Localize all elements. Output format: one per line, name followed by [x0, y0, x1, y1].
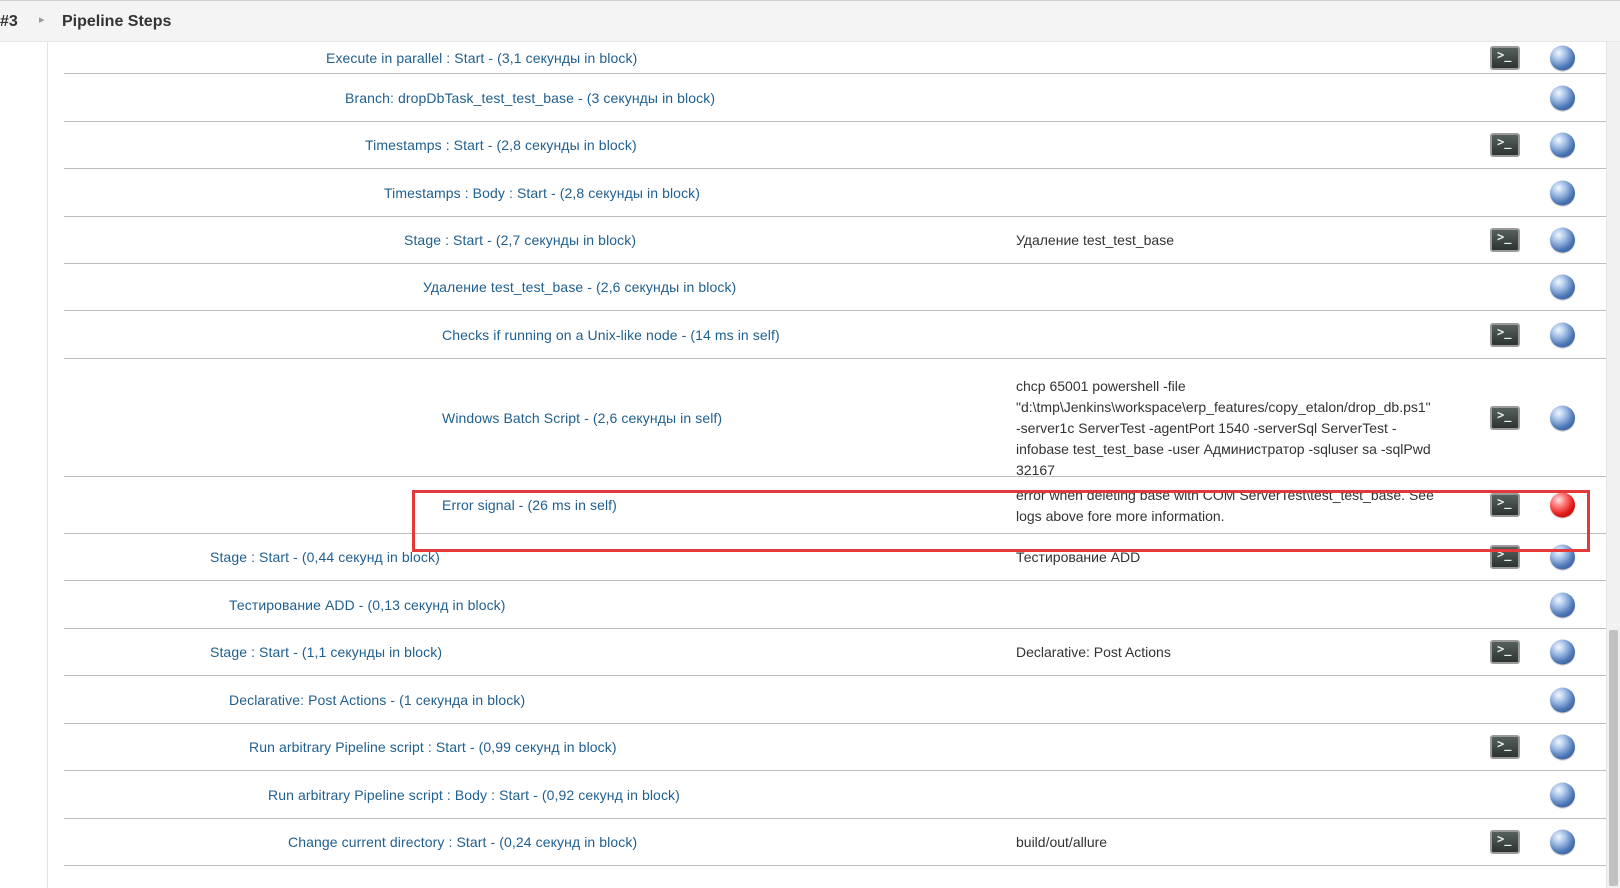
success-status-icon[interactable] [1550, 180, 1575, 205]
console-output-icon[interactable]: >_ [1490, 45, 1520, 70]
step-row: Checks if running on a Unix-like node - … [64, 311, 1606, 359]
console-output-icon[interactable]: >_ [1490, 493, 1520, 517]
step-row: Windows Batch Script - (2,6 секунды in s… [64, 359, 1606, 478]
success-status-icon[interactable] [1550, 132, 1575, 158]
success-status-icon[interactable] [1550, 592, 1575, 617]
step-row: Run arbitrary Pipeline script : Start - … [64, 724, 1606, 771]
step-link[interactable]: Declarative: Post Actions - (1 секунда i… [229, 692, 525, 708]
console-output-icon[interactable]: >_ [1490, 228, 1520, 252]
console-output-icon[interactable]: >_ [1490, 405, 1520, 430]
step-link[interactable]: Windows Batch Script - (2,6 секунды in s… [442, 410, 722, 426]
breadcrumb-chevron-icon[interactable]: ▸ [39, 13, 45, 26]
failed-status-icon[interactable] [1550, 492, 1575, 518]
step-link[interactable]: Run arbitrary Pipeline script : Body : S… [268, 787, 680, 803]
success-status-icon[interactable] [1550, 85, 1575, 110]
step-link[interactable]: Stage : Start - (1,1 секунды in block) [210, 644, 442, 660]
terminal-prompt-glyph: >_ [1497, 495, 1512, 509]
step-arguments: Удаление test_test_base [1016, 232, 1174, 248]
vertical-scrollbar[interactable] [1606, 42, 1620, 888]
terminal-prompt-glyph: >_ [1497, 47, 1512, 62]
step-link[interactable]: Branch: dropDbTask_test_test_base - (3 с… [345, 90, 715, 106]
step-row: Timestamps : Body : Start - (2,8 секунды… [64, 169, 1606, 217]
step-row: Run arbitrary Pipeline script : Body : S… [64, 771, 1606, 819]
success-status-icon[interactable] [1550, 227, 1575, 253]
success-status-icon[interactable] [1550, 322, 1575, 347]
success-status-icon[interactable] [1550, 687, 1575, 712]
breadcrumb-bar: #3 ▸ Pipeline Steps [0, 0, 1620, 42]
step-row: Тестирование ADD - (0,13 секунд in block… [64, 581, 1606, 629]
step-arguments: Declarative: Post Actions [1016, 644, 1171, 660]
success-status-icon[interactable] [1550, 544, 1575, 570]
terminal-prompt-glyph: >_ [1497, 832, 1512, 846]
terminal-prompt-glyph: >_ [1497, 407, 1512, 422]
step-link[interactable]: Checks if running on a Unix-like node - … [442, 327, 780, 343]
step-link[interactable]: Timestamps : Start - (2,8 секунды in blo… [365, 137, 637, 153]
step-arguments: Тестирование ADD [1016, 549, 1141, 565]
success-status-icon[interactable] [1550, 734, 1575, 760]
step-row: Branch: dropDbTask_test_test_base - (3 с… [64, 74, 1606, 122]
success-status-icon[interactable] [1550, 639, 1575, 665]
step-link[interactable]: Stage : Start - (0,44 секунд in block) [210, 549, 440, 565]
step-row: Declarative: Post Actions - (1 секунда i… [64, 676, 1606, 724]
console-output-icon[interactable]: >_ [1490, 322, 1520, 347]
terminal-prompt-glyph: >_ [1497, 324, 1512, 339]
step-link[interactable]: Execute in parallel : Start - (3,1 секун… [326, 50, 637, 66]
step-row: Timestamps : Start - (2,8 секунды in blo… [64, 122, 1606, 169]
step-row: Change current directory : Start - (0,24… [64, 819, 1606, 866]
success-status-icon[interactable] [1550, 45, 1575, 70]
step-link[interactable]: Timestamps : Body : Start - (2,8 секунды… [384, 185, 700, 201]
success-status-icon[interactable] [1550, 829, 1575, 855]
step-row: Execute in parallel : Start - (3,1 секун… [64, 42, 1606, 74]
content-left-border [47, 42, 48, 888]
success-status-icon[interactable] [1550, 405, 1575, 430]
success-status-icon[interactable] [1550, 782, 1575, 807]
step-link[interactable]: Stage : Start - (2,7 секунды in block) [404, 232, 636, 248]
step-arguments: chcp 65001 powershell -file "d:\tmp\Jenk… [1016, 378, 1431, 478]
step-link[interactable]: Тестирование ADD - (0,13 секунд in block… [229, 597, 506, 613]
step-link[interactable]: Error signal - (26 ms in self) [442, 497, 617, 513]
step-row: Удаление test_test_base - (2,6 секунды i… [64, 264, 1606, 311]
page-title: Pipeline Steps [62, 13, 172, 30]
step-row: Error signal - (26 ms in self) error when… [64, 477, 1606, 534]
step-row: Stage : Start - (1,1 секунды in block) De… [64, 629, 1606, 676]
console-output-icon[interactable]: >_ [1490, 830, 1520, 854]
step-link[interactable]: Удаление test_test_base - (2,6 секунды i… [423, 279, 736, 295]
scrollbar-thumb[interactable] [1609, 630, 1618, 886]
step-arguments: build/out/allure [1016, 834, 1108, 850]
console-output-icon[interactable]: >_ [1490, 545, 1520, 569]
step-row: Stage : Start - (2,7 секунды in block) Уд… [64, 217, 1606, 264]
terminal-prompt-glyph: >_ [1497, 230, 1512, 244]
terminal-prompt-glyph: >_ [1497, 547, 1512, 561]
step-arguments: error when deleting base with COM Server… [1016, 487, 1434, 524]
success-status-icon[interactable] [1550, 274, 1575, 300]
step-row: Stage : Start - (0,44 секунд in block) Те… [64, 534, 1606, 581]
console-output-icon[interactable]: >_ [1490, 640, 1520, 664]
step-link[interactable]: Run arbitrary Pipeline script : Start - … [249, 739, 617, 755]
build-number[interactable]: #3 [0, 13, 18, 31]
console-output-icon[interactable]: >_ [1490, 735, 1520, 759]
step-link[interactable]: Change current directory : Start - (0,24… [288, 834, 637, 850]
console-output-icon[interactable]: >_ [1490, 133, 1520, 157]
terminal-prompt-glyph: >_ [1497, 737, 1512, 751]
terminal-prompt-glyph: >_ [1497, 135, 1512, 149]
terminal-prompt-glyph: >_ [1497, 642, 1512, 656]
pipeline-steps-table: Execute in parallel : Start - (3,1 секун… [64, 42, 1606, 866]
